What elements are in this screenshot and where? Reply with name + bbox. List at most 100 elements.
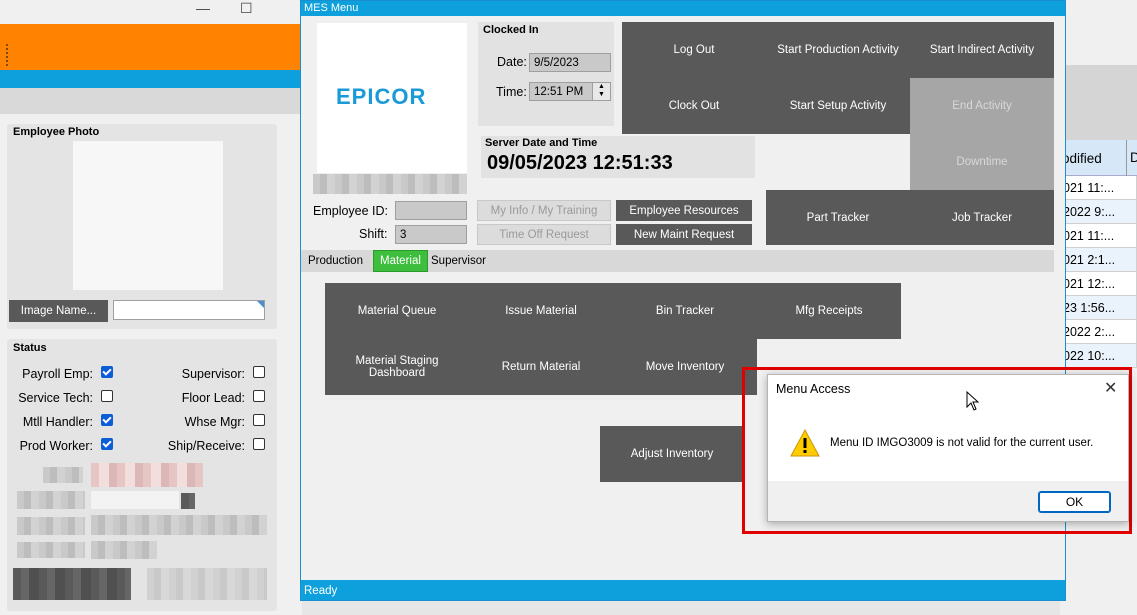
service-tech-checkbox[interactable]	[101, 390, 113, 402]
status-panel: Status Payroll Emp: Service Tech: Mtll H…	[7, 339, 277, 611]
redacted-field	[91, 491, 179, 509]
grip-icon[interactable]	[6, 44, 9, 66]
employee-resources-button[interactable]: Employee Resources	[616, 200, 752, 221]
ship-receive-checkbox[interactable]	[253, 438, 265, 450]
status-bar: Ready	[301, 580, 1065, 600]
payroll-emp-checkbox[interactable]	[101, 366, 113, 378]
image-name-button[interactable]: Image Name...	[9, 300, 108, 322]
redacted-field	[91, 541, 157, 559]
clocked-in-label: Clocked In	[483, 24, 539, 36]
time-label: Time:	[496, 85, 527, 99]
shift-label: Shift:	[359, 227, 388, 241]
mtll-handler-label: Mtll Handler:	[22, 415, 93, 429]
material-staging-dashboard-button[interactable]: Material Staging Dashboard	[325, 339, 469, 395]
date-field[interactable]: 9/5/2023	[529, 53, 611, 72]
return-material-button[interactable]: Return Material	[469, 339, 613, 395]
orange-banner	[0, 24, 302, 70]
service-tech-label: Service Tech:	[18, 391, 93, 405]
floor-lead-checkbox[interactable]	[253, 390, 265, 402]
redacted-field	[91, 515, 267, 535]
start-setup-button[interactable]: Start Setup Activity	[766, 78, 910, 134]
redacted-field	[91, 463, 203, 487]
employee-name-field	[313, 174, 467, 194]
minimize-icon[interactable]: —	[196, 0, 210, 16]
tab-material[interactable]: Material	[373, 250, 428, 272]
epicor-logo: EPICOR	[336, 84, 427, 109]
downtime-button[interactable]: Downtime	[910, 134, 1054, 190]
move-inventory-button[interactable]: Move Inventory	[613, 339, 757, 395]
grid-header: odified D	[1060, 140, 1137, 176]
table-row[interactable]: 021 2:1...	[1060, 248, 1137, 272]
status-text: Ready	[304, 585, 338, 597]
table-row[interactable]: 2022 9:...	[1060, 200, 1137, 224]
image-name-input[interactable]	[113, 300, 265, 320]
log-out-button[interactable]: Log Out	[622, 22, 766, 78]
prod-worker-checkbox[interactable]	[101, 438, 113, 450]
issue-material-button[interactable]: Issue Material	[469, 283, 613, 339]
dialog-footer: OK	[768, 481, 1128, 521]
table-row[interactable]: 021 11:...	[1060, 176, 1137, 200]
menu-access-dialog: Menu Access ✕ Menu ID IMGO3009 is not va…	[767, 374, 1129, 522]
table-row[interactable]: 2022 2:...	[1060, 320, 1137, 344]
time-field[interactable]: 12:51 PM ▲ ▼	[529, 82, 611, 101]
clocked-in-panel: Clocked In Date: 9/5/2023 Time: 12:51 PM…	[478, 22, 614, 126]
table-row[interactable]: 021 12:...	[1060, 272, 1137, 296]
server-time-value: 09/05/2023 12:51:33	[487, 152, 673, 174]
mouse-cursor-icon	[966, 390, 980, 411]
redacted-field	[17, 491, 85, 509]
whse-mgr-checkbox[interactable]	[253, 414, 265, 426]
whse-mgr-label: Whse Mgr:	[184, 415, 245, 429]
redacted-field	[43, 467, 83, 483]
grid-header-modified[interactable]: odified	[1062, 151, 1102, 166]
dialog-title: Menu Access	[776, 382, 851, 396]
employee-id-field[interactable]	[395, 201, 467, 220]
redacted-field	[17, 517, 85, 535]
logo-panel: EPICOR	[317, 23, 467, 173]
job-tracker-button[interactable]: Job Tracker	[910, 190, 1054, 245]
ok-button[interactable]: OK	[1038, 491, 1111, 513]
grid-toolbar	[1060, 65, 1137, 140]
material-queue-button[interactable]: Material Queue	[325, 283, 469, 339]
start-production-button[interactable]: Start Production Activity	[766, 22, 910, 78]
redacted-button[interactable]	[147, 568, 267, 600]
clock-out-button[interactable]: Clock Out	[622, 78, 766, 134]
part-tracker-button[interactable]: Part Tracker	[766, 190, 910, 245]
table-row[interactable]: 23 1:56...	[1060, 296, 1137, 320]
maximize-icon[interactable]: ☐	[240, 0, 253, 17]
table-row[interactable]: 022 10:...	[1060, 344, 1137, 368]
time-spinner[interactable]: ▲ ▼	[592, 83, 610, 100]
grid-header-d[interactable]: D	[1126, 140, 1137, 176]
mfg-receipts-button[interactable]: Mfg Receipts	[757, 283, 901, 339]
tab-production[interactable]: Production	[302, 251, 369, 271]
supervisor-checkbox[interactable]	[253, 366, 265, 378]
ship-receive-label: Ship/Receive:	[167, 439, 245, 453]
end-activity-button[interactable]: End Activity	[910, 78, 1054, 134]
adjust-inventory-button[interactable]: Adjust Inventory	[600, 426, 744, 482]
table-row[interactable]: 021 11:...	[1060, 224, 1137, 248]
supervisor-label: Supervisor:	[181, 367, 245, 381]
date-label: Date:	[497, 55, 527, 69]
tab-supervisor[interactable]: Supervisor	[425, 251, 492, 271]
server-time-panel: Server Date and Time 09/05/2023 12:51:33	[481, 136, 755, 178]
shift-field[interactable]: 3	[395, 225, 467, 244]
close-icon[interactable]: ✕	[1104, 378, 1117, 398]
employee-photo-panel: Employee Photo Image Name...	[7, 124, 277, 329]
time-off-request-button[interactable]: Time Off Request	[477, 224, 611, 245]
window-title: MES Menu	[301, 1, 1065, 16]
bin-tracker-button[interactable]: Bin Tracker	[613, 283, 757, 339]
floor-lead-label: Floor Lead:	[181, 391, 245, 405]
dialog-message: Menu ID IMGO3009 is not valid for the cu…	[830, 437, 1094, 449]
toolbar-strip	[0, 88, 302, 114]
grid-body: 021 11:... 2022 9:... 021 11:... 021 2:1…	[1060, 176, 1137, 368]
redacted-button[interactable]	[13, 568, 131, 600]
prod-worker-label: Prod Worker:	[19, 439, 93, 453]
employee-photo	[73, 141, 223, 290]
start-indirect-button[interactable]: Start Indirect Activity	[910, 22, 1054, 78]
employee-id-label: Employee ID:	[313, 204, 389, 218]
new-maint-request-button[interactable]: New Maint Request	[616, 224, 752, 245]
mtll-handler-checkbox[interactable]	[101, 414, 113, 426]
my-info-button[interactable]: My Info / My Training	[477, 200, 611, 221]
server-time-label: Server Date and Time	[485, 137, 598, 149]
time-value: 12:51 PM	[534, 86, 584, 98]
warning-icon	[790, 428, 820, 458]
